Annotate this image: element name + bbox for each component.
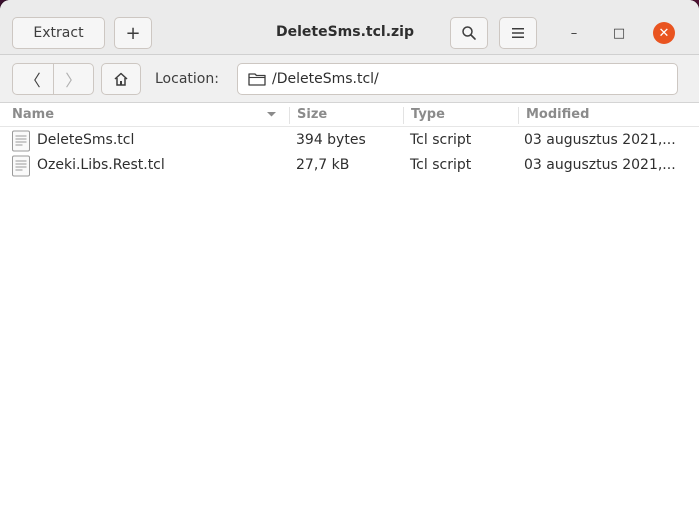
location-path: /DeleteSms.tcl/ xyxy=(272,71,379,87)
minimize-button[interactable]: – xyxy=(563,22,585,44)
close-button[interactable]: ✕ xyxy=(653,22,675,44)
file-size: 394 bytes xyxy=(296,132,366,148)
location-label: Location: xyxy=(155,71,219,87)
menu-button[interactable] xyxy=(499,17,537,49)
maximize-icon: □ xyxy=(612,25,626,41)
navigation-buttons: 〈 〉 xyxy=(12,63,94,95)
maximize-button[interactable]: □ xyxy=(608,22,630,44)
hamburger-menu-icon xyxy=(512,28,524,38)
table-row[interactable]: Ozeki.Libs.Rest.tcl 27,7 kB Tcl script 0… xyxy=(0,153,699,178)
file-modified: 03 augusztus 2021,... xyxy=(524,132,676,148)
close-icon: ✕ xyxy=(658,25,670,41)
sort-descending-icon xyxy=(266,108,277,123)
add-files-button[interactable]: + xyxy=(114,17,152,49)
search-button[interactable] xyxy=(450,17,488,49)
location-toolbar: 〈 〉 Location: /DeleteSms.tcl/ xyxy=(0,55,699,103)
text-file-icon xyxy=(11,130,31,152)
window-title: DeleteSms.tcl.zip xyxy=(276,24,414,40)
file-size: 27,7 kB xyxy=(296,157,350,173)
home-icon xyxy=(114,72,128,86)
column-divider xyxy=(289,107,290,124)
column-divider xyxy=(403,107,404,124)
extract-button-label: Extract xyxy=(33,25,84,41)
text-file-icon xyxy=(11,155,31,177)
column-header-modified[interactable]: Modified xyxy=(526,107,589,122)
column-header-row: Name Size Type Modified xyxy=(0,103,699,127)
file-type: Tcl script xyxy=(410,132,472,148)
column-header-name[interactable]: Name xyxy=(12,107,54,122)
column-header-size[interactable]: Size xyxy=(297,107,327,122)
archive-manager-window: Extract + DeleteSms.tcl.zip – □ ✕ 〈 〉 Lo… xyxy=(0,0,699,531)
extract-button[interactable]: Extract xyxy=(12,17,105,49)
column-divider xyxy=(518,107,519,124)
location-field[interactable]: /DeleteSms.tcl/ xyxy=(237,63,678,95)
search-icon xyxy=(462,26,476,40)
file-modified: 03 augusztus 2021,... xyxy=(524,157,676,173)
table-row[interactable]: DeleteSms.tcl 394 bytes Tcl script 03 au… xyxy=(0,128,699,153)
back-button[interactable]: 〈 xyxy=(13,64,53,94)
add-icon: + xyxy=(125,22,141,44)
minimize-icon: – xyxy=(570,25,578,41)
forward-button[interactable]: 〉 xyxy=(52,64,94,94)
chevron-left-icon: 〈 xyxy=(24,71,41,90)
chevron-right-icon: 〉 xyxy=(65,71,82,90)
column-header-type[interactable]: Type xyxy=(411,107,445,122)
home-button[interactable] xyxy=(101,63,141,95)
header-bar: Extract + DeleteSms.tcl.zip – □ ✕ xyxy=(0,0,699,55)
file-list: Name Size Type Modified DeleteSms.tcl 39… xyxy=(0,103,699,531)
folder-icon xyxy=(248,73,266,86)
file-type: Tcl script xyxy=(410,157,472,173)
file-name: DeleteSms.tcl xyxy=(37,132,135,148)
file-name: Ozeki.Libs.Rest.tcl xyxy=(37,157,165,173)
